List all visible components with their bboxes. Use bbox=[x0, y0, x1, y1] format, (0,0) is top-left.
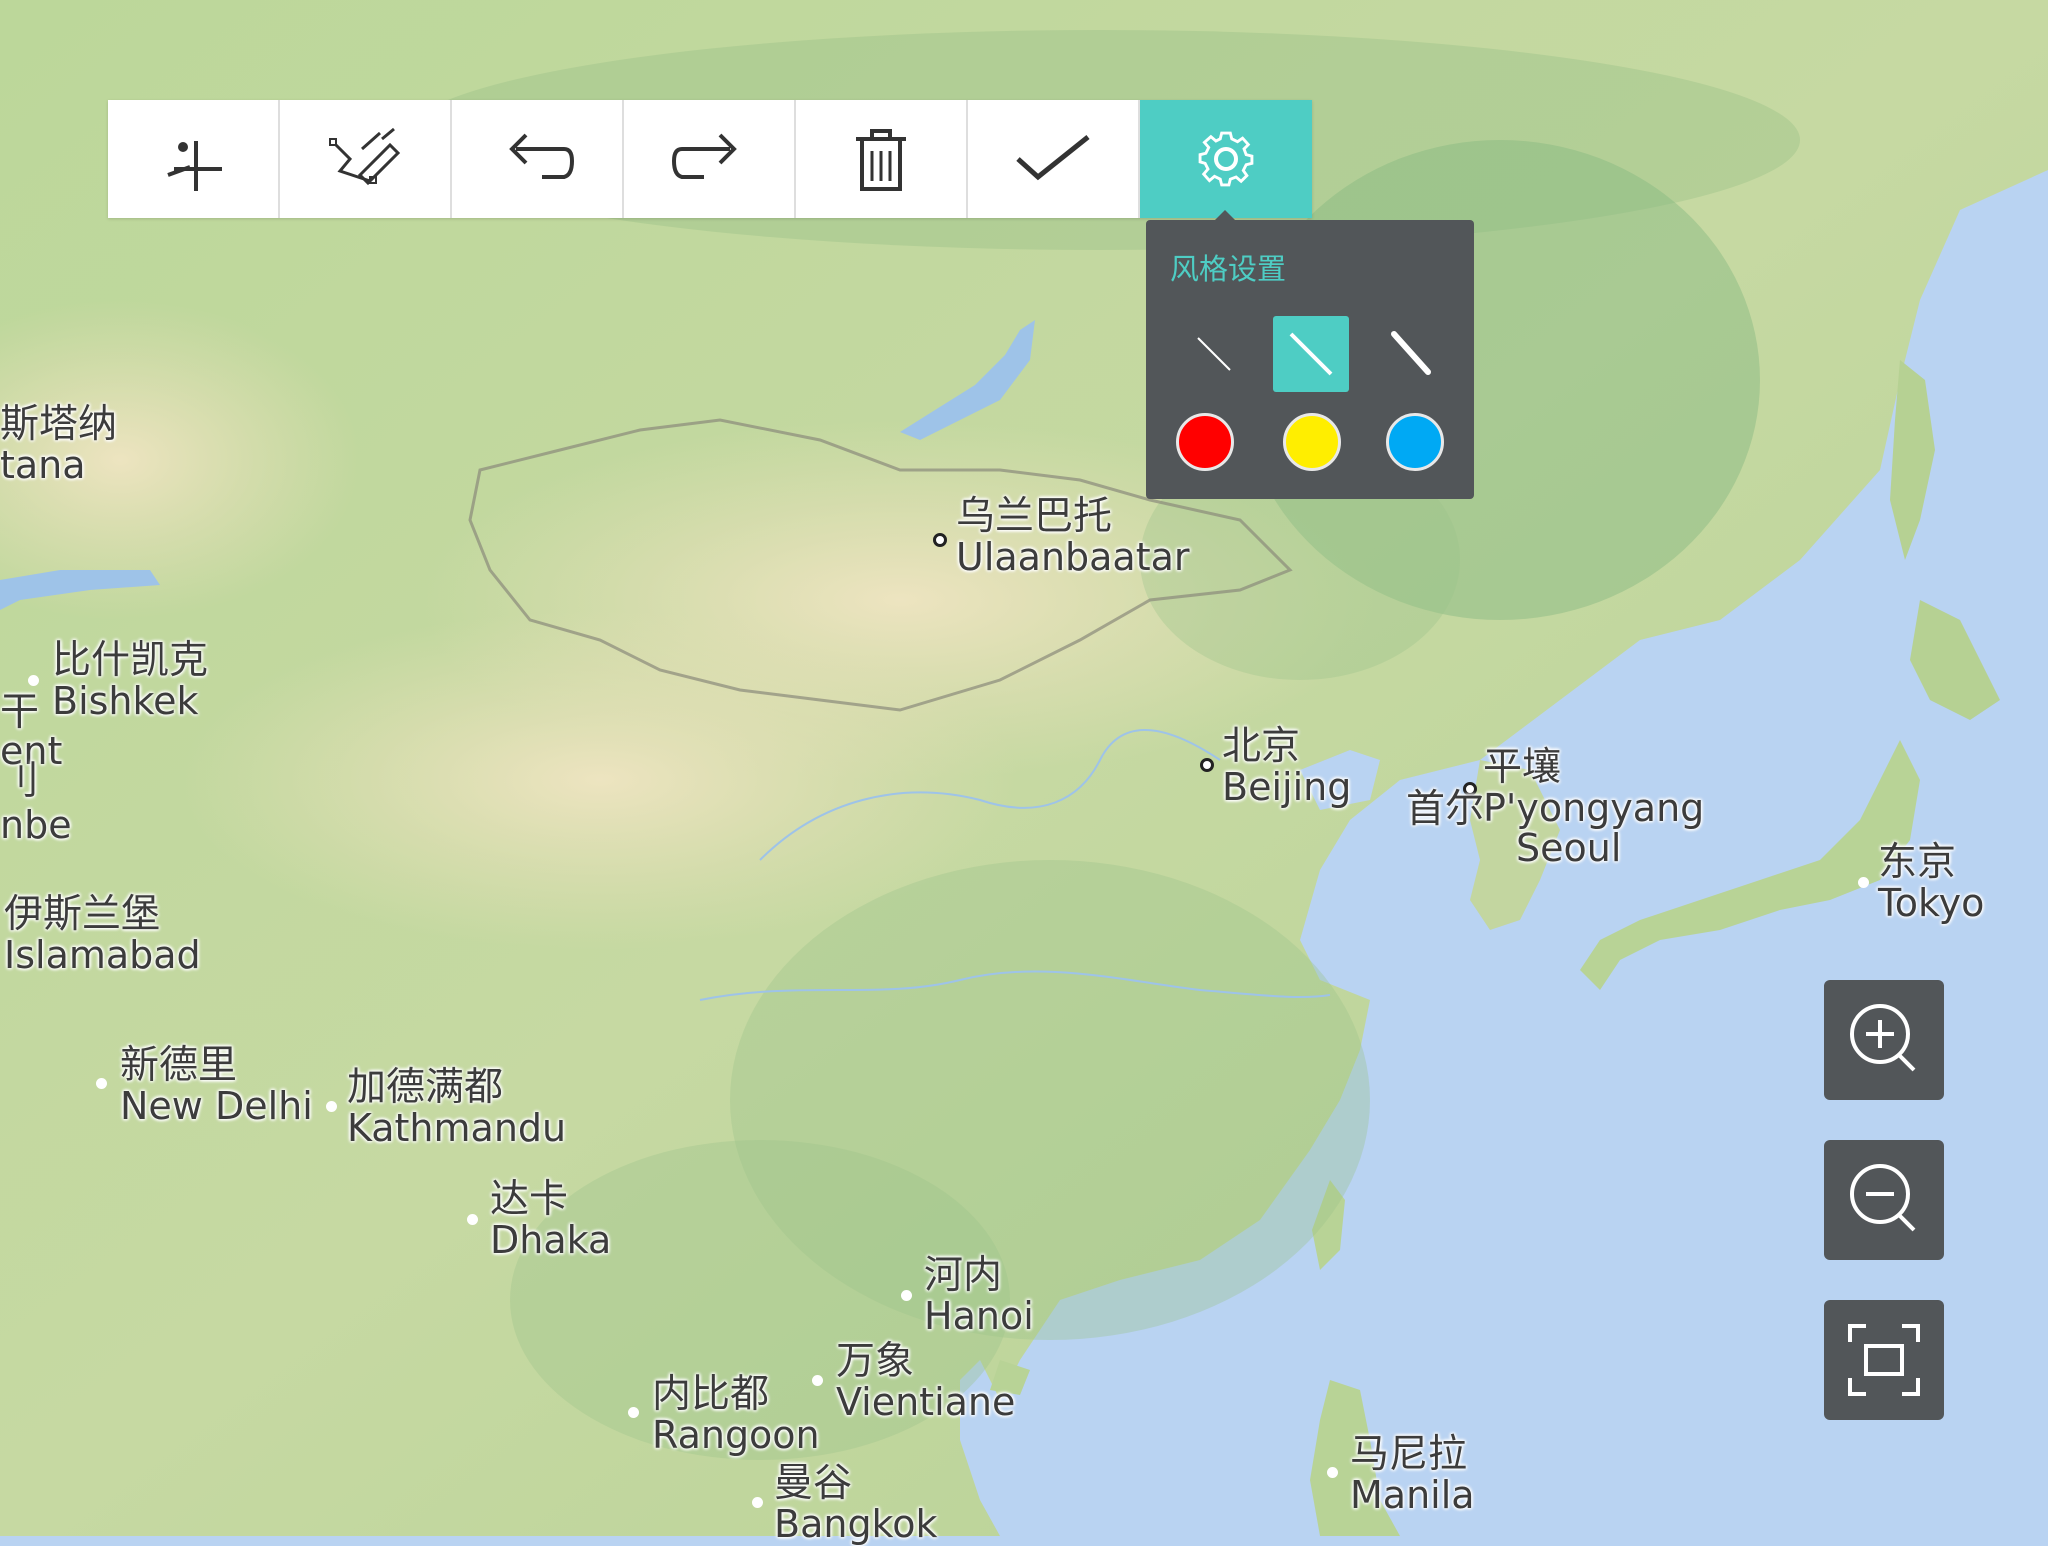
city-label: 新德里 New Delhi bbox=[120, 1043, 313, 1128]
city-marker[interactable] bbox=[901, 1290, 912, 1301]
city-label: 斯塔纳 tana bbox=[0, 402, 118, 487]
city-marker[interactable] bbox=[628, 1407, 639, 1418]
zoom-out-button[interactable] bbox=[1824, 1140, 1944, 1260]
city-label: 马尼拉 Manila bbox=[1350, 1432, 1475, 1517]
city-marker[interactable] bbox=[96, 1078, 107, 1089]
city-name-en: New Delhi bbox=[120, 1084, 313, 1128]
zoom-in-icon bbox=[1850, 1004, 1916, 1072]
checkmark-icon bbox=[1016, 135, 1090, 181]
city-name-zh: 乌兰巴托 bbox=[956, 494, 1113, 539]
city-label: 河内 Hanoi bbox=[924, 1253, 1034, 1338]
city-name-en: nbe bbox=[0, 803, 72, 847]
pen-draw-icon bbox=[329, 127, 401, 186]
city-name-en: Ulaanbaatar bbox=[956, 535, 1190, 579]
popup-title: 风格设置 bbox=[1170, 252, 1287, 286]
gear-icon bbox=[1198, 131, 1254, 187]
city-name-en: Dhaka bbox=[490, 1218, 612, 1262]
confirm-button[interactable] bbox=[968, 100, 1140, 218]
city-name-en: Kathmandu bbox=[347, 1106, 567, 1150]
city-marker[interactable] bbox=[467, 1214, 478, 1225]
city-name-zh: 马尼拉 bbox=[1350, 1432, 1468, 1477]
city-label: 干 bbox=[0, 693, 39, 733]
city-label: 曼谷 Bangkok bbox=[774, 1461, 938, 1546]
fit-screen-icon bbox=[1848, 1324, 1920, 1396]
city-name-zh: 曼谷 bbox=[774, 1461, 853, 1506]
undo-button[interactable] bbox=[452, 100, 624, 218]
city-name-zh: 首尔 bbox=[1406, 787, 1485, 832]
style-settings-popup: 风格设置 bbox=[1146, 210, 1474, 499]
city-label: 达卡 Dhaka bbox=[490, 1177, 612, 1262]
color-yellow-option[interactable] bbox=[1283, 413, 1341, 471]
city-name-zh: 东京 bbox=[1878, 840, 1957, 885]
city-name-zh: 干 bbox=[0, 690, 40, 735]
city-name-zh: 伊斯兰堡 bbox=[4, 892, 161, 937]
city-name-zh: 比什凯克 bbox=[52, 638, 209, 683]
city-name-en: Vientiane bbox=[836, 1380, 1016, 1424]
line-width-medium-option[interactable] bbox=[1273, 316, 1349, 392]
city-marker[interactable] bbox=[1327, 1467, 1338, 1478]
medium-line-icon bbox=[1289, 332, 1333, 376]
city-name-en: tana bbox=[0, 443, 86, 487]
city-label: 东京 Tokyo bbox=[1878, 840, 1985, 925]
city-name-en: Bangkok bbox=[774, 1502, 938, 1546]
capital-marker[interactable] bbox=[933, 533, 947, 547]
add-point-button[interactable] bbox=[108, 100, 280, 218]
city-name-en: Bishkek bbox=[52, 679, 199, 723]
redo-button[interactable] bbox=[624, 100, 796, 218]
city-name-zh: 河内 bbox=[924, 1253, 1003, 1298]
city-name-zh: 平壤 bbox=[1483, 745, 1562, 790]
city-label: 万象 Vientiane bbox=[836, 1339, 1016, 1424]
city-marker[interactable] bbox=[1858, 877, 1869, 888]
undo-icon bbox=[509, 133, 575, 179]
fit-view-button[interactable] bbox=[1824, 1300, 1944, 1420]
city-name-en: Rangoon bbox=[652, 1413, 820, 1457]
drawing-toolbar bbox=[108, 100, 1312, 218]
city-label: 内比都 Rangoon bbox=[652, 1372, 820, 1457]
city-name-zh: 内比都 bbox=[652, 1372, 770, 1417]
city-name-zh: 刂 bbox=[0, 759, 40, 804]
line-width-thin-option[interactable] bbox=[1176, 316, 1252, 392]
city-name-zh: 新德里 bbox=[120, 1043, 238, 1088]
zoom-out-icon bbox=[1850, 1164, 1916, 1232]
add-point-icon bbox=[167, 141, 222, 191]
thick-line-icon bbox=[1391, 331, 1431, 375]
trash-icon bbox=[856, 129, 906, 191]
city-name-en: Beijing bbox=[1222, 765, 1352, 809]
thin-line-icon bbox=[1197, 337, 1231, 371]
color-blue-option[interactable] bbox=[1386, 413, 1444, 471]
city-name-zh: 斯塔纳 bbox=[0, 402, 118, 447]
city-name-en: Seoul bbox=[1516, 826, 1622, 870]
city-label: 伊斯兰堡 Islamabad bbox=[4, 892, 201, 977]
city-label: 比什凯克 Bishkek bbox=[52, 638, 209, 723]
city-marker[interactable] bbox=[326, 1101, 337, 1112]
city-name-en: Hanoi bbox=[924, 1294, 1034, 1338]
city-name-zh: 万象 bbox=[836, 1339, 915, 1384]
city-label: nbe bbox=[0, 805, 72, 845]
city-name-zh: 达卡 bbox=[490, 1177, 569, 1222]
city-name-zh: 加德满都 bbox=[347, 1065, 504, 1110]
city-name-en: Manila bbox=[1350, 1473, 1475, 1517]
city-label: 首尔 Seoul bbox=[1406, 787, 1622, 870]
color-red-option[interactable] bbox=[1176, 413, 1234, 471]
settings-button[interactable] bbox=[1140, 100, 1312, 218]
redo-icon bbox=[671, 133, 737, 179]
line-width-thick-option[interactable] bbox=[1374, 316, 1450, 392]
city-label: 乌兰巴托 Ulaanbaatar bbox=[956, 494, 1190, 579]
city-marker[interactable] bbox=[28, 675, 39, 686]
draw-line-button[interactable] bbox=[280, 100, 452, 218]
city-name-zh: 北京 bbox=[1222, 724, 1301, 769]
city-name-en: Islamabad bbox=[4, 933, 201, 977]
popup-arrow bbox=[1214, 210, 1236, 221]
city-label: 加德满都 Kathmandu bbox=[347, 1065, 567, 1150]
capital-marker[interactable] bbox=[1200, 758, 1214, 772]
zoom-in-button[interactable] bbox=[1824, 980, 1944, 1100]
city-name-en: Tokyo bbox=[1878, 881, 1985, 925]
delete-button[interactable] bbox=[796, 100, 968, 218]
city-marker[interactable] bbox=[752, 1497, 763, 1508]
city-label: 北京 Beijing bbox=[1222, 724, 1352, 809]
city-label: 刂 bbox=[0, 762, 39, 802]
